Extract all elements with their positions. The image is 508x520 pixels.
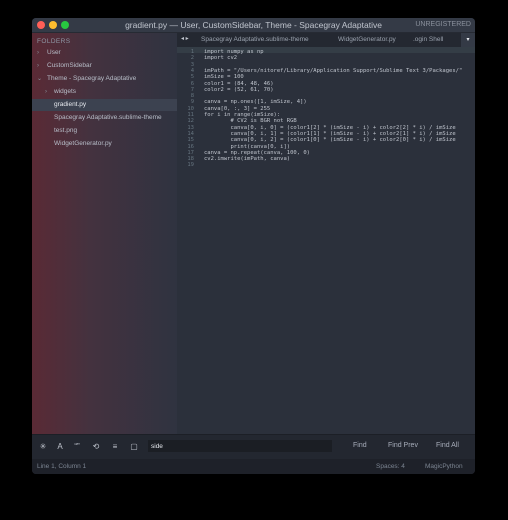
tab-navigation-arrows[interactable]: ◂ ▸ [181,35,189,42]
status-cursor-position[interactable]: Line 1, Column 1 [37,459,86,474]
status-bar: Line 1, Column 1 Spaces: 4 MagicPython [32,459,475,474]
code-line: cv2.imwrite(imPath, canva) [204,156,291,163]
status-indentation[interactable]: Spaces: 4 [376,459,405,474]
find-input[interactable] [148,440,332,452]
sidebar-item-sublime-theme[interactable]: Spacegray Adaptative.sublime-theme [32,112,177,124]
tab-widgetgenerator[interactable]: WidgetGenerator.py [338,33,396,47]
find-panel: ✳ A “” ⟲ ≡ ▢ Find Find Prev Find All [32,434,475,459]
sidebar: FOLDERS › User › CustomSidebar ⌄ Theme -… [32,33,177,434]
editor-pane: ◂ ▸ Spacegray Adaptative.sublime-theme W… [177,33,475,434]
sidebar-item-label: CustomSidebar [47,62,92,69]
find-prev-button[interactable]: Find Prev [388,440,418,452]
code-line: import cv2 [204,55,238,62]
sidebar-item-label: widgets [54,88,77,95]
sidebar-item-theme-folder[interactable]: ⌄ Theme - Spacegray Adaptative [32,73,177,85]
sidebar-item-label: test.png [54,127,78,134]
unregistered-label: UNREGISTERED [415,21,471,28]
window-title: gradient.py — User, CustomSidebar, Theme… [125,20,382,30]
find-all-button[interactable]: Find All [436,440,459,452]
in-selection-icon[interactable]: ≡ [110,441,120,452]
tab-login-shell[interactable]: .ogin Shell [413,33,443,47]
code-line: color2 = (52, 61, 70) [204,86,274,93]
chevron-right-icon[interactable]: › [37,60,39,72]
regex-toggle-icon[interactable]: ✳ [38,441,48,452]
sidebar-item-label: User [47,49,61,56]
folders-heading: FOLDERS [37,38,71,45]
chevron-right-icon[interactable]: › [37,47,39,59]
sidebar-item-label: Theme - Spacegray Adaptative [47,75,137,82]
sidebar-item-test-png[interactable]: test.png [32,125,177,137]
sidebar-item-gradient-py[interactable]: gradient.py [32,99,177,111]
sublime-window: gradient.py — User, CustomSidebar, Theme… [32,18,475,474]
chevron-right-icon[interactable]: › [45,86,47,98]
title-bar: gradient.py — User, CustomSidebar, Theme… [32,18,475,33]
tab-dropdown-button[interactable]: ▾ [461,33,475,47]
sidebar-item-label: Spacegray Adaptative.sublime-theme [54,114,162,121]
sidebar-item-label: WidgetGenerator.py [54,140,112,147]
whole-word-icon[interactable]: “” [72,441,82,452]
tab-spacegray-theme[interactable]: Spacegray Adaptative.sublime-theme [201,33,309,47]
code-area[interactable]: import numpy as np import cv2 imPath = "/U… [204,47,475,434]
case-sensitive-icon[interactable]: A [55,441,65,452]
chevron-down-icon[interactable]: ⌄ [37,73,42,85]
wrap-icon[interactable]: ⟲ [91,441,101,452]
status-syntax[interactable]: MagicPython [425,459,463,474]
sidebar-item-user[interactable]: › User [32,47,177,59]
line-number: 19 [187,162,194,169]
sidebar-item-widgets[interactable]: › widgets [32,86,177,98]
sidebar-item-customsidebar[interactable]: › CustomSidebar [32,60,177,72]
tab-bar: ◂ ▸ Spacegray Adaptative.sublime-theme W… [177,33,475,47]
highlight-matches-icon[interactable]: ▢ [129,441,139,452]
sidebar-item-widgetgenerator[interactable]: WidgetGenerator.py [32,138,177,150]
find-button[interactable]: Find [353,440,367,452]
line-number-gutter: 1 2 3 4 5 6 7 8 9 10 11 12 13 14 15 16 17 18 19 [177,47,197,434]
sidebar-item-label: gradient.py [54,101,87,108]
